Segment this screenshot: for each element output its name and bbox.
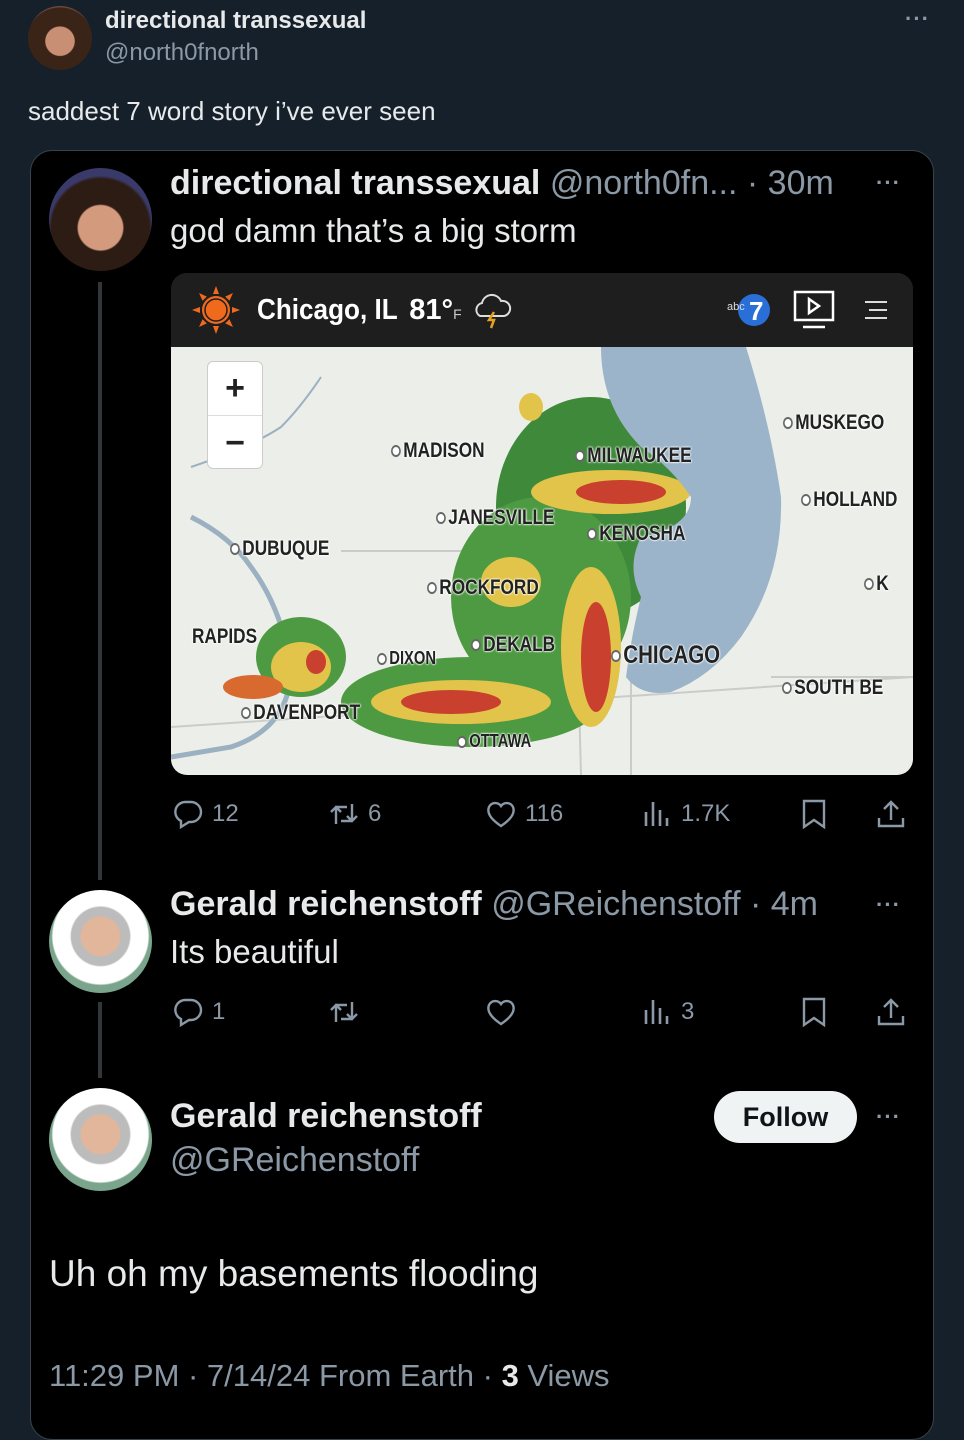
heart-icon [487,801,515,828]
city-label: DAVENPORT [241,701,360,725]
more-horizontal-icon[interactable]: ··· [876,892,901,918]
city-label: K [864,572,889,596]
like-button[interactable] [485,996,517,1028]
avatar[interactable] [49,168,152,271]
tweet-header: Gerald reichenstoff @GReichenstoff · 4m [170,885,818,924]
tweet-text: Its beautiful [170,933,339,970]
map-zoom-control: + − [207,361,263,469]
city-label: ROCKFORD [427,576,539,600]
city-label: KENOSHA [587,522,685,546]
city-label: RAPIDS [192,625,258,648]
views-label: Views [518,1358,610,1393]
timestamp[interactable]: · 30m [747,164,834,202]
city-label: JANESVILLE [436,506,555,530]
abc7-logo-icon[interactable]: 7 abc [725,290,771,330]
author-handle[interactable]: @north0fn... [550,164,738,202]
follow-button[interactable]: Follow [714,1091,857,1143]
city-label: DIXON [377,648,436,669]
city-label: OTTAWA [457,731,531,752]
reply-count: 12 [212,800,239,827]
city-label: HOLLAND [801,488,897,512]
bookmark-button[interactable] [798,996,830,1028]
weather-unit: F [453,306,462,322]
reply-button[interactable]: 1 [172,996,225,1028]
svg-text:7: 7 [749,296,763,326]
author-name[interactable]: directional transsexual [170,164,540,202]
author-handle[interactable]: @GReichenstoff [170,1141,419,1180]
views-button[interactable]: 3 [641,996,694,1028]
city-label: SOUTH BE [782,676,883,700]
post-text: saddest 7 word story i’ve ever seen [28,96,436,126]
city-label: MUSKEGO [783,411,884,435]
sun-icon [192,286,240,334]
city-label: MILWAUKEE [575,444,692,468]
views-count: 1.7K [681,800,731,827]
reply-icon [174,800,203,830]
city-label: DEKALB [471,633,555,657]
share-icon [877,998,905,1026]
timestamp[interactable]: · 4m [750,885,818,923]
repost-button[interactable] [328,996,360,1028]
radar-map[interactable]: + − MADISON MILWAUKEE MUSKEGO HOLLAND JA… [171,347,913,775]
tweet-text: god damn that’s a big storm [170,212,577,249]
weather-temp: 81° [409,293,454,326]
city-label: CHICAGO [611,641,720,670]
repost-icon [330,1002,358,1022]
views-count: 3 [501,1358,519,1393]
share-button[interactable] [875,996,907,1028]
bookmark-button[interactable] [798,798,830,830]
menu-icon[interactable] [861,295,891,325]
weather-map-image[interactable]: Chicago, IL 81° F 7 abc + − MADISON MILW… [171,273,913,775]
repost-button[interactable]: 6 [328,798,381,830]
more-horizontal-icon[interactable]: ··· [876,170,901,196]
more-horizontal-icon[interactable]: ··· [876,1104,901,1130]
author-name[interactable]: directional transsexual [105,7,366,35]
thunderstorm-icon [475,293,511,329]
city-label: DUBUQUE [230,537,329,561]
svg-text:abc: abc [727,301,745,313]
author-name[interactable]: Gerald reichenstoff [170,885,482,923]
city-label: MADISON [391,439,485,463]
reply-count: 1 [212,998,226,1025]
avatar[interactable] [28,6,92,70]
heart-icon [487,999,515,1026]
author-handle[interactable]: @GReichenstoff [491,885,740,923]
tweet-header: directional transsexual @north0fn... · 3… [170,164,834,203]
like-count: 116 [525,800,564,827]
bookmark-icon [802,799,826,830]
zoom-in-button[interactable]: + [208,362,262,416]
avatar[interactable] [49,890,152,993]
avatar[interactable] [49,1088,152,1191]
weather-header: Chicago, IL 81° F 7 abc [171,273,913,347]
views-icon [644,802,669,826]
reply-button[interactable]: 12 [172,798,239,830]
share-button[interactable] [875,798,907,830]
repost-icon [330,804,358,824]
views-count: 3 [681,998,695,1025]
author-handle[interactable]: @north0fnorth [105,39,259,67]
share-icon [877,800,905,828]
author-name[interactable]: Gerald reichenstoff [170,1097,482,1136]
bookmark-icon [802,997,826,1028]
views-button[interactable]: 1.7K [641,798,730,830]
tweet-text: Uh oh my basements flooding [49,1253,539,1294]
zoom-out-button[interactable]: − [208,416,262,470]
more-horizontal-icon[interactable]: ··· [905,6,930,32]
like-button[interactable]: 116 [485,798,563,830]
views-icon [644,1000,669,1024]
thread-line [98,1002,102,1078]
timestamp-meta[interactable]: 11:29 PM · 7/14/24 From Earth · [49,1358,502,1393]
weather-location: Chicago, IL [257,293,398,326]
reply-icon [174,998,203,1028]
video-play-icon[interactable] [793,289,835,331]
repost-count: 6 [368,800,382,827]
tweet-footer: 11:29 PM · 7/14/24 From Earth · 3 Views [49,1358,610,1394]
thread-line [98,282,102,880]
